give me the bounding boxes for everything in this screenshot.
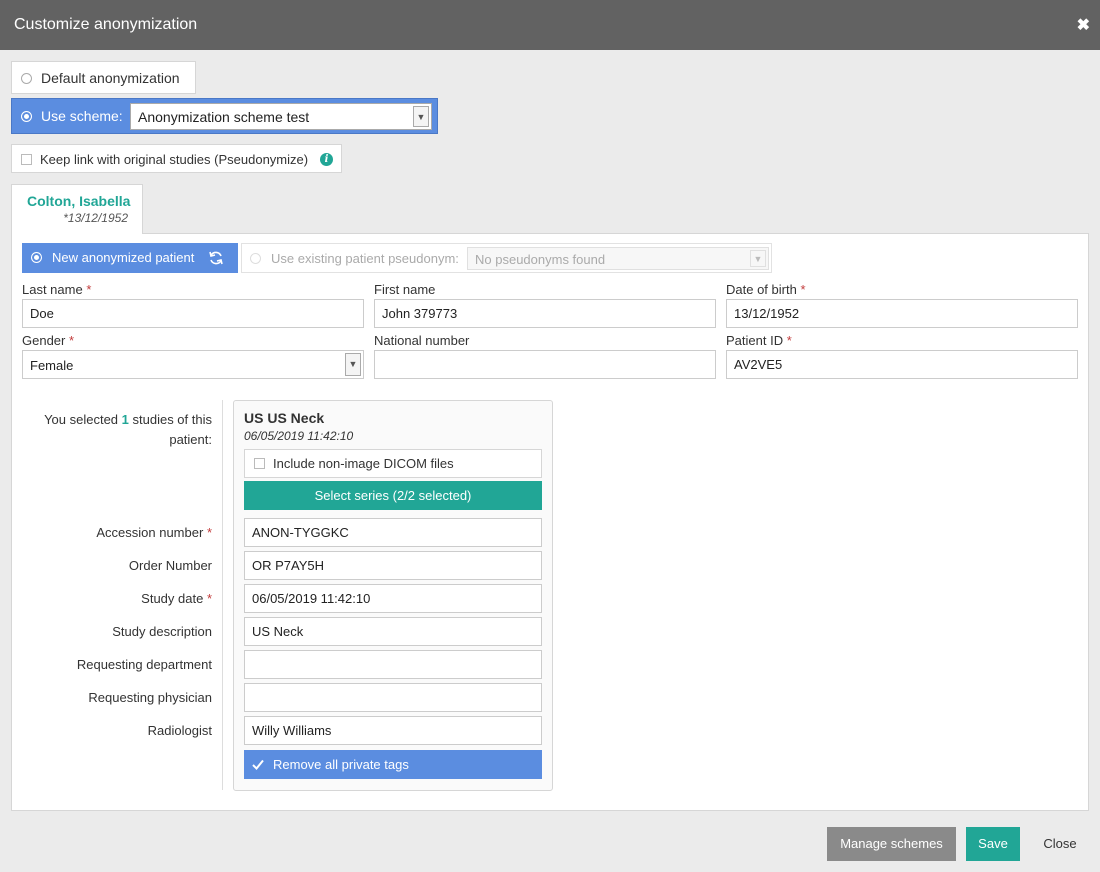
pseudonym-select-value: No pseudonyms found [475,252,606,267]
patient-tab-name: Colton, Isabella [27,193,131,209]
use-scheme-label: Use scheme: [41,108,123,124]
requesting-department-input[interactable] [244,650,542,679]
remove-private-tags-toggle[interactable]: Remove all private tags [244,750,542,779]
chevron-down-icon: ▼ [413,106,429,127]
manage-schemes-button[interactable]: Manage schemes [827,827,956,861]
include-non-image-label: Include non-image DICOM files [273,456,454,471]
first-name-input[interactable]: John 379773 [374,299,716,328]
requesting-department-label: Requesting department [76,657,212,672]
order-number-input[interactable]: OR P7AY5H [244,551,542,580]
pseudonym-select: No pseudonyms found ▼ [467,247,769,270]
default-anonymization-radio[interactable] [21,73,32,84]
accession-input[interactable]: ANON-TYGGKC [244,518,542,547]
gender-select-value: Female [30,358,74,373]
order-number-label: Order Number [128,558,212,573]
chevron-down-icon: ▼ [750,250,766,267]
check-icon [252,759,264,770]
pseudonymize-option[interactable]: Keep link with original studies (Pseudon… [11,144,342,173]
divider [222,400,223,790]
dob-label: Date of birth * [726,282,806,297]
refresh-icon[interactable] [208,250,224,266]
patient-id-label: Patient ID * [726,333,792,348]
radiologist-label: Radiologist [147,723,212,738]
radiologist-input[interactable]: Willy Williams [244,716,542,745]
study-title: US US Neck [244,410,325,426]
last-name-label: Last name * [22,282,92,297]
selection-summary: You selected 1 studies of this patient: [44,412,212,447]
study-datetime: 06/05/2019 11:42:10 [244,429,354,443]
new-patient-radio[interactable] [31,252,42,263]
existing-pseudonym-label: Use existing patient pseudonym: [271,251,459,266]
dialog-title: Customize anonymization [14,16,198,33]
scheme-select[interactable]: Anonymization scheme test ▼ [130,103,432,130]
patient-id-input[interactable]: AV2VE5 [726,350,1078,379]
new-anonymized-patient-option[interactable]: New anonymized patient [22,243,238,273]
info-icon[interactable]: i [320,153,333,166]
new-patient-label: New anonymized patient [52,250,195,265]
requesting-physician-label: Requesting physician [88,690,212,705]
scheme-select-value: Anonymization scheme test [138,109,310,125]
use-scheme-option[interactable]: Use scheme: Anonymization scheme test ▼ [11,98,438,134]
study-date-input[interactable]: 06/05/2019 11:42:10 [244,584,542,613]
gender-label: Gender * [22,333,75,348]
default-anonymization-label: Default anonymization [41,70,180,86]
accession-label: Accession number * [96,525,212,540]
use-scheme-radio[interactable] [21,111,32,122]
tab-patient[interactable]: Colton, Isabella *13/12/1952 [11,184,143,234]
patient-tab-dob: *13/12/1952 [63,211,128,225]
default-anonymization-option[interactable]: Default anonymization [11,61,196,94]
last-name-input[interactable]: Doe [22,299,364,328]
include-non-image-checkbox[interactable] [254,458,265,469]
existing-pseudonym-radio [250,253,261,264]
gender-select[interactable]: Female ▼ [22,350,364,379]
study-description-label: Study description [112,624,212,639]
remove-private-tags-label: Remove all private tags [273,757,409,772]
existing-pseudonym-option: Use existing patient pseudonym: No pseud… [241,243,772,273]
first-name-label: First name [374,282,436,297]
study-date-label: Study date * [141,591,212,606]
save-button[interactable]: Save [966,827,1020,861]
chevron-down-icon: ▼ [345,353,361,376]
pseudonymize-checkbox[interactable] [21,154,32,165]
study-description-input[interactable]: US Neck [244,617,542,646]
national-number-label: National number [374,333,470,348]
include-non-image-option[interactable]: Include non-image DICOM files [244,449,542,478]
dob-input[interactable]: 13/12/1952 [726,299,1078,328]
close-icon[interactable]: ✖ [1077,15,1090,35]
requesting-physician-input[interactable] [244,683,542,712]
dialog-title-bar: Customize anonymization ✖ [0,0,1100,50]
pseudonymize-label: Keep link with original studies (Pseudon… [40,152,309,167]
national-number-input[interactable] [374,350,716,379]
close-button[interactable]: Close [1030,827,1090,861]
select-series-button[interactable]: Select series (2/2 selected) [244,481,542,510]
